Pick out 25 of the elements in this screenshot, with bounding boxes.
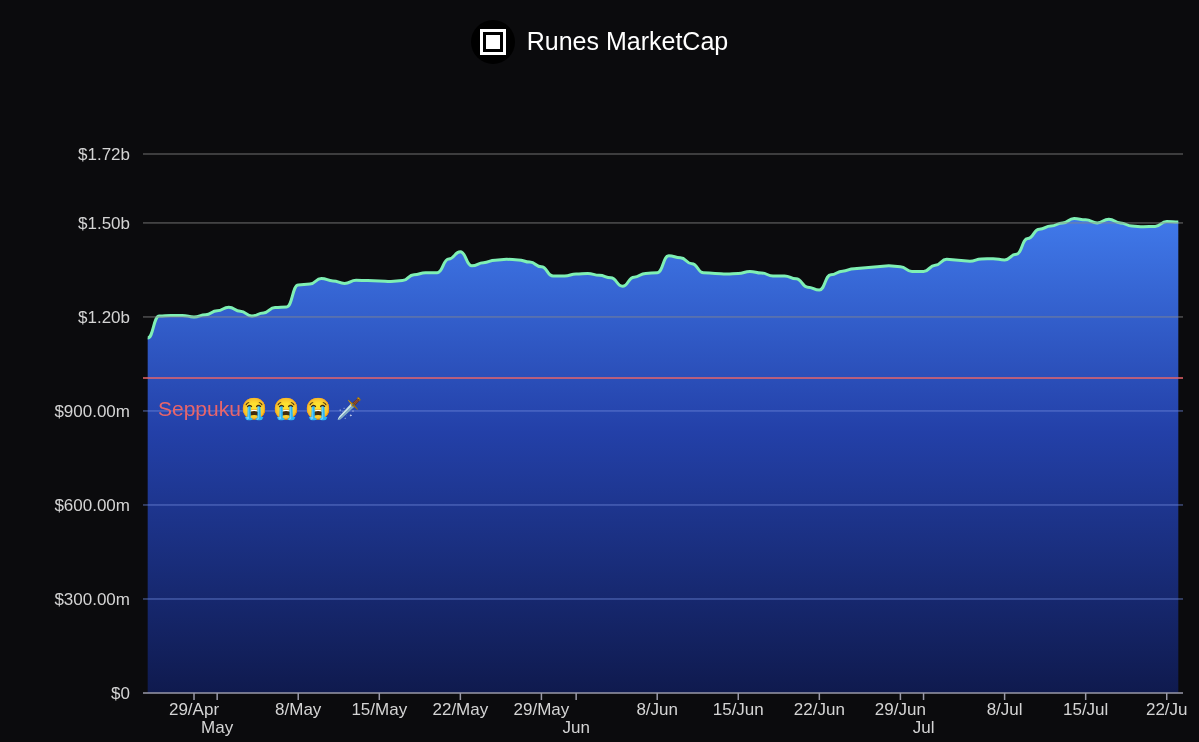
x-axis-label: 22/Ju — [1145, 700, 1188, 719]
x-axis-label: 15/Jun — [712, 700, 764, 719]
y-axis-label: $0 — [111, 684, 130, 703]
chart-logo-icon — [470, 20, 515, 64]
y-axis-label: $1.72b — [78, 145, 130, 164]
x-axis-label: Jun — [562, 718, 590, 737]
chart-title: Runes MarketCap — [526, 26, 729, 58]
x-axis-label: 15/May — [351, 700, 408, 719]
x-axis-label: 8/Jun — [636, 700, 678, 719]
y-axis-label: $300.00m — [54, 590, 130, 609]
threshold-annotation: Seppuku😭 😭 😭 🗡 — [158, 397, 363, 421]
x-axis-label: 29/Apr — [168, 700, 220, 719]
y-axis-label: $1.20b — [78, 307, 130, 327]
y-axis-label: $900.00m — [54, 401, 130, 421]
x-axis-label: 29/Jun — [874, 700, 926, 719]
x-axis-label: May — [201, 718, 234, 737]
x-axis-label: Jul — [912, 718, 935, 737]
x-axis-label: 22/May — [432, 700, 489, 719]
y-axis-label: $1.50b — [78, 213, 130, 233]
x-axis-label: 8/May — [275, 700, 322, 719]
x-axis-label: 8/Jul — [986, 700, 1023, 719]
x-axis-label: 29/May — [513, 700, 570, 719]
x-axis-label: 22/Jun — [793, 700, 845, 719]
y-axis-label: $600.00m — [54, 496, 130, 515]
x-axis-label: 15/Jul — [1063, 700, 1109, 719]
